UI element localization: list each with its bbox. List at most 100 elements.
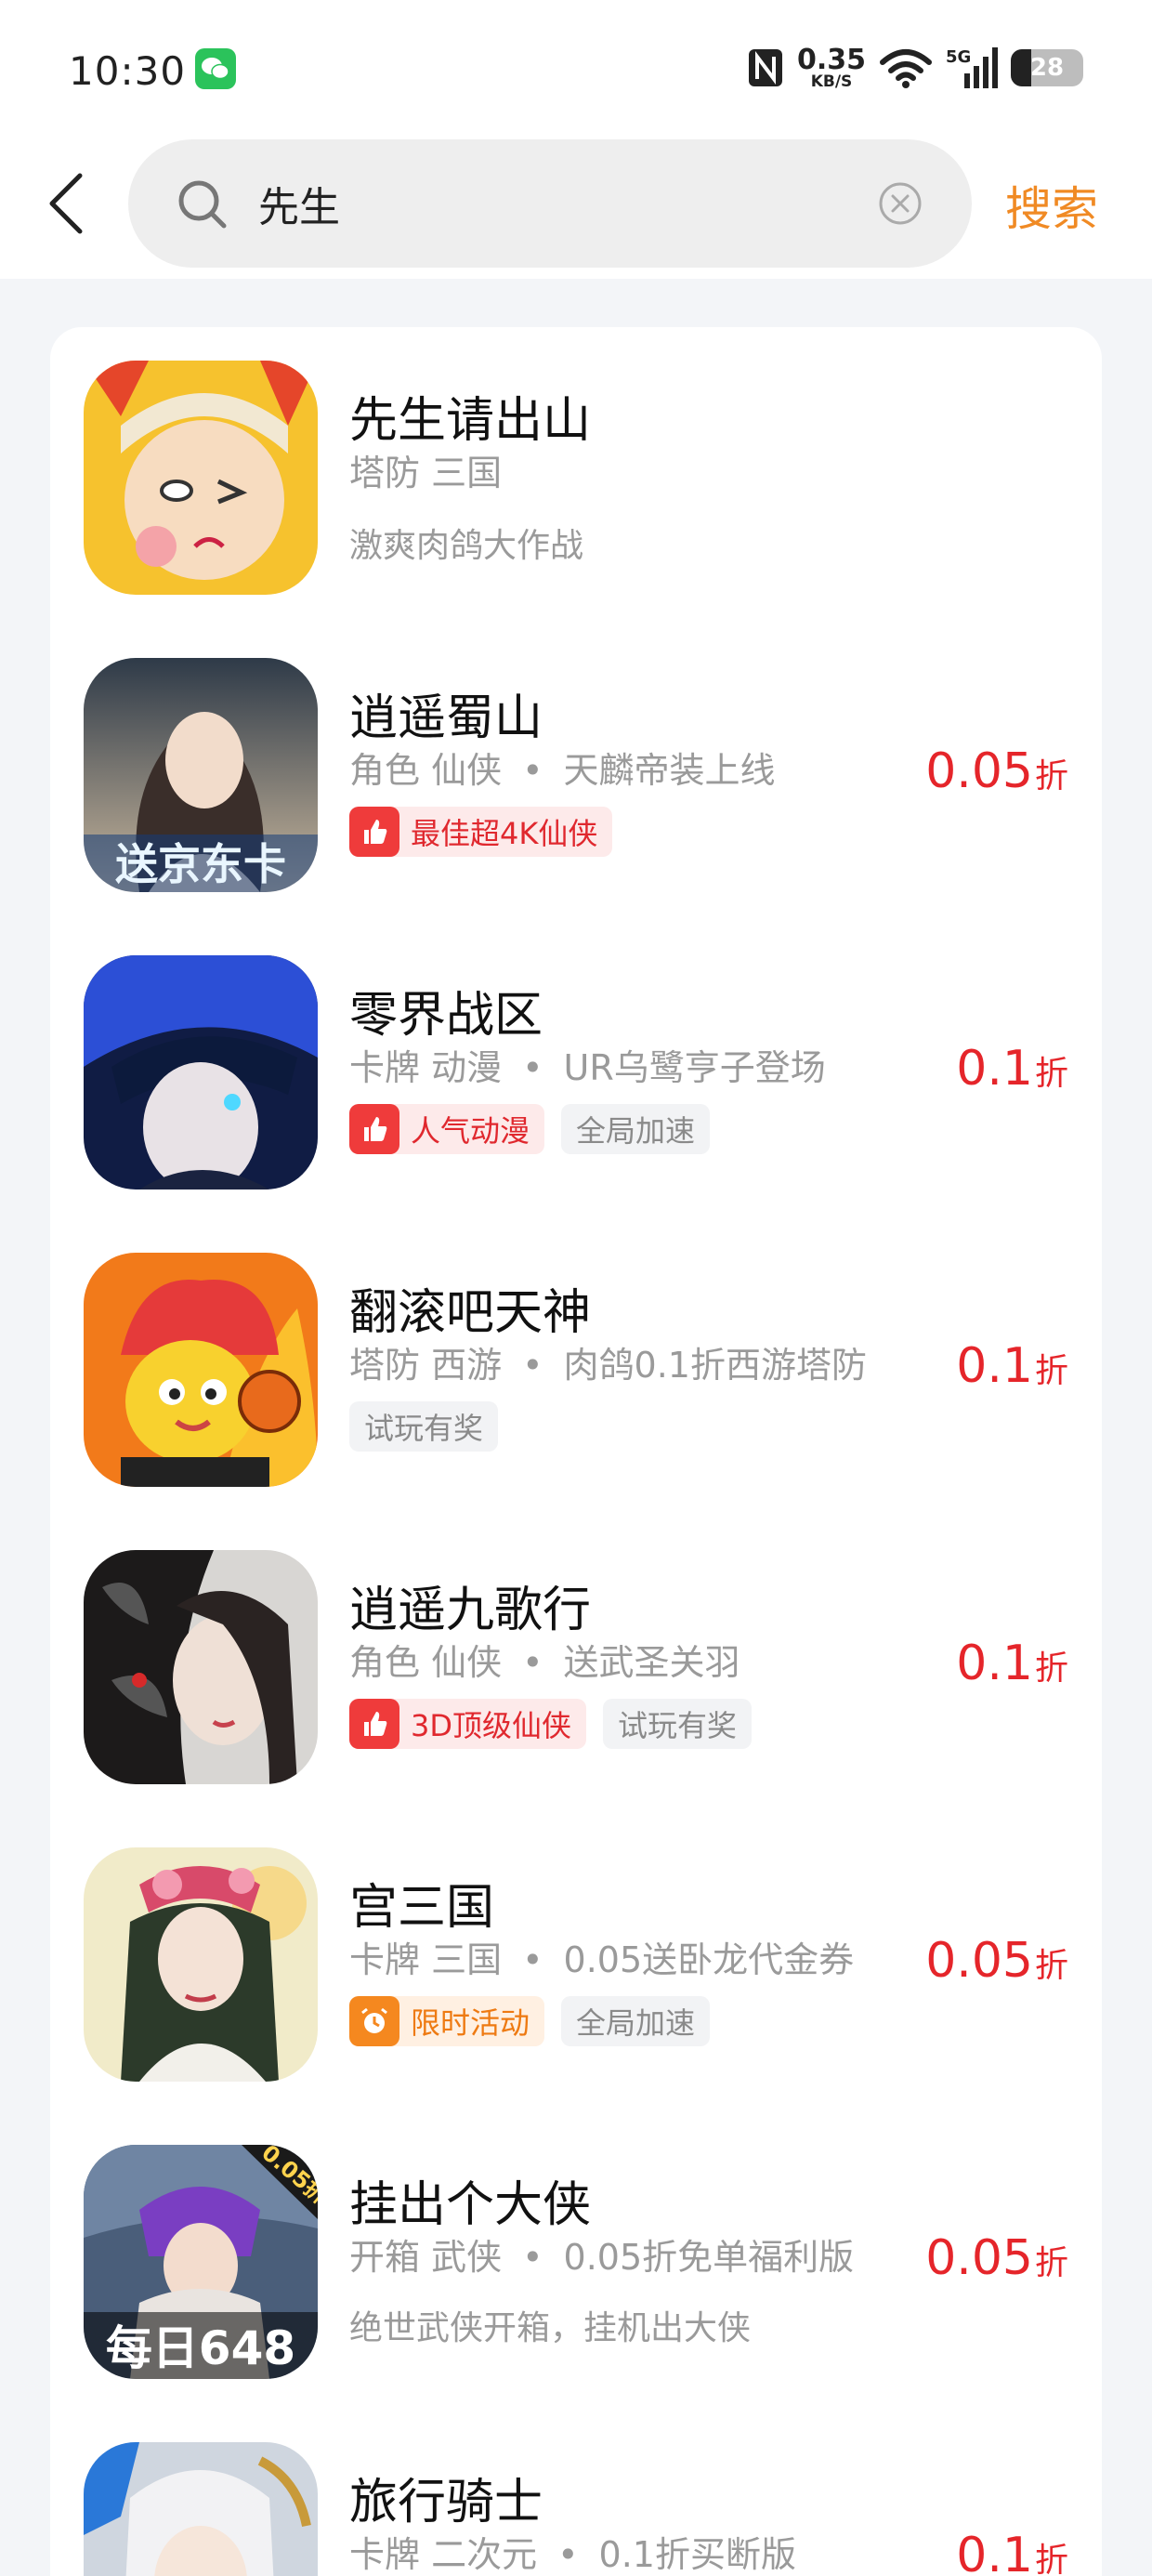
game-title: 逍遥蜀山 (349, 690, 543, 746)
game-tags: 开箱 武侠 • 0.05折免单福利版 (349, 2228, 854, 2280)
search-box[interactable] (128, 139, 972, 268)
discount-label: 0.05折 (925, 743, 1068, 799)
badge-text: 最佳超4K仙侠 (411, 816, 598, 851)
discount-value: 0.1 (956, 1636, 1033, 1691)
search-icon (178, 180, 227, 229)
game-icon[interactable] (84, 1847, 318, 2082)
game-note: 天麟帝装上线 (563, 750, 776, 791)
game-note: 送武圣关羽 (563, 1642, 740, 1683)
separator-dot: • (522, 1345, 543, 1386)
game-note: 0.05折免单福利版 (563, 2237, 855, 2278)
badge-row: 人气动漫 全局加速 (349, 1104, 711, 1154)
game-note: 0.05送卧龙代金券 (563, 1939, 855, 1980)
game-tags: 塔防 西游 • 肉鸽0.1折西游塔防 (349, 1336, 867, 1387)
discount-label: 0.05折 (925, 1933, 1068, 1989)
separator-dot: • (522, 750, 543, 791)
game-category: 角色 仙侠 (349, 750, 503, 791)
game-icon[interactable] (84, 955, 318, 1189)
game-tags: 卡牌 二次元 • 0.1折买断版 (349, 2526, 796, 2576)
network-type: 5G (946, 47, 971, 67)
discount-value: 0.05 (925, 743, 1033, 799)
list-item[interactable]: 逍遥九歌行 角色 仙侠 • 送武圣关羽 3D顶级仙侠 试玩有奖 0.1折 (84, 1550, 1068, 1792)
game-tags: 角色 仙侠 • 天麟帝装上线 (349, 742, 776, 793)
list-item[interactable]: 旅行骑士 卡牌 二次元 • 0.1折买断版 0.1折 (84, 2442, 1068, 2576)
hot-badge: 人气动漫 (349, 1104, 545, 1154)
game-title: 旅行骑士 (349, 2475, 543, 2530)
game-desc: 绝世武侠开箱，挂机出大侠 (349, 2309, 752, 2347)
game-category: 塔防 西游 (349, 1345, 503, 1386)
discount-label: 0.05折 (925, 2230, 1068, 2286)
speed-value: 0.35 (796, 43, 866, 76)
alarm-clock-icon (349, 1996, 399, 2046)
discount-value: 0.1 (956, 1338, 1033, 1394)
list-item[interactable]: 送京东卡 逍遥蜀山 角色 仙侠 • 天麟帝装上线 最佳超4K仙侠 0.05折 (84, 658, 1068, 900)
nfc-icon (748, 49, 782, 86)
game-tags: 卡牌 三国 • 0.05送卧龙代金券 (349, 1931, 854, 1982)
badge-row: 3D顶级仙侠 试玩有奖 (349, 1699, 753, 1749)
discount-value: 0.1 (956, 2528, 1033, 2576)
game-icon[interactable] (84, 1253, 318, 1487)
discount-label: 0.1折 (956, 2528, 1068, 2576)
separator-dot: • (522, 1047, 543, 1088)
game-icon[interactable]: 送京东卡 (84, 658, 318, 892)
list-item[interactable]: 宫三国 卡牌 三国 • 0.05送卧龙代金券 限时活动 全局加速 0.05折 (84, 1847, 1068, 2089)
game-title: 翻滚吧天神 (349, 1285, 592, 1341)
game-tags: 塔防 三国 (349, 444, 502, 495)
back-icon[interactable] (45, 172, 87, 235)
list-item[interactable]: 零界战区 卡牌 动漫 • UR乌鹭亨子登场 人气动漫 全局加速 0.1折 (84, 955, 1068, 1197)
separator-dot: • (522, 1939, 543, 1980)
battery-indicator: 28 (1011, 49, 1083, 86)
game-icon[interactable]: 0.05折 每日648 (84, 2145, 318, 2379)
discount-label: 0.1折 (956, 1338, 1068, 1394)
thumb-up-icon (349, 807, 399, 857)
discount-unit: 折 (1034, 2542, 1068, 2576)
plain-badge: 全局加速 (561, 1104, 711, 1154)
game-note: 肉鸽0.1折西游塔防 (563, 1345, 867, 1386)
discount-value: 0.05 (925, 2230, 1033, 2286)
game-title: 先生请出山 (349, 393, 592, 449)
hot-badge: 最佳超4K仙侠 (349, 807, 613, 857)
game-icon-text: 送京东卡 (115, 839, 286, 889)
list-item[interactable]: 0.05折 每日648 挂出个大侠 开箱 武侠 • 0.05折免单福利版 绝世武侠开… (84, 2145, 1068, 2386)
plain-badge: 试玩有奖 (349, 1401, 499, 1452)
game-category: 开箱 武侠 (349, 2237, 503, 2278)
game-desc: 激爽肉鸽大作战 (349, 527, 584, 565)
badge-row: 试玩有奖 (349, 1401, 499, 1452)
game-category: 塔防 三国 (349, 453, 503, 493)
thumb-up-icon (349, 1104, 399, 1154)
game-tags: 卡牌 动漫 • UR乌鹭亨子登场 (349, 1039, 826, 1090)
status-bar: 10:30 0.35 KB/S 5G 28 (0, 0, 1152, 139)
speed-unit: KB/S (810, 72, 853, 91)
discount-unit: 折 (1034, 1352, 1068, 1390)
discount-unit: 折 (1034, 1947, 1068, 1985)
discount-unit: 折 (1034, 757, 1068, 795)
plain-badge: 全局加速 (561, 1996, 711, 2046)
game-icon[interactable] (84, 2442, 318, 2576)
event-badge: 限时活动 (349, 1996, 545, 2046)
discount-label: 0.1折 (956, 1636, 1068, 1691)
discount-unit: 折 (1034, 1055, 1068, 1093)
signal-icon: 5G (946, 47, 998, 88)
badge-text: 人气动漫 (411, 1113, 530, 1149)
game-note: 0.1折买断版 (598, 2534, 796, 2575)
wechat-icon (195, 48, 236, 89)
game-category: 卡牌 三国 (349, 1939, 503, 1980)
clear-icon[interactable] (877, 180, 923, 227)
discount-label: 0.1折 (956, 1041, 1068, 1097)
search-input[interactable] (258, 169, 834, 238)
status-time: 10:30 (69, 48, 187, 94)
list-item[interactable]: 翻滚吧天神 塔防 西游 • 肉鸽0.1折西游塔防 试玩有奖 0.1折 (84, 1253, 1068, 1494)
game-icon[interactable] (84, 361, 318, 595)
list-item[interactable]: 先生请出山 塔防 三国 激爽肉鸽大作战 (84, 361, 1068, 602)
game-icon[interactable] (84, 1550, 318, 1784)
discount-value: 0.05 (925, 1933, 1033, 1989)
separator-dot: • (522, 2237, 543, 2278)
game-category: 卡牌 动漫 (349, 1047, 503, 1088)
game-title: 宫三国 (349, 1880, 495, 1936)
thumb-up-icon (349, 1699, 399, 1749)
badge-text: 3D顶级仙侠 (411, 1708, 572, 1743)
discount-unit: 折 (1034, 2244, 1068, 2282)
game-category: 角色 仙侠 (349, 1642, 503, 1683)
search-button[interactable]: 搜索 (1005, 172, 1098, 239)
badge-text: 限时活动 (411, 2005, 530, 2041)
